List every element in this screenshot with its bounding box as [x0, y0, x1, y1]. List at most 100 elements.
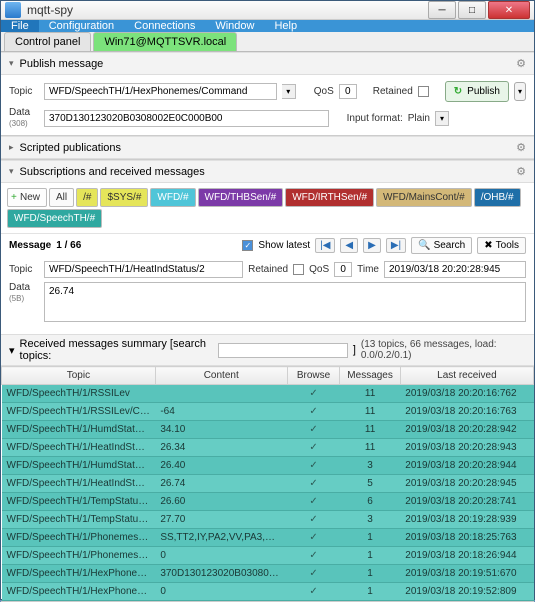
- table-row[interactable]: WFD/SpeechTH/1/Phonemes/C...0✓12019/03/1…: [2, 547, 534, 565]
- col-content[interactable]: Content: [155, 367, 287, 385]
- subscriptions-header[interactable]: ▾ Subscriptions and received messages ⚙: [1, 160, 534, 183]
- gear-icon[interactable]: ⚙: [516, 57, 526, 70]
- scripted-title: Scripted publications: [20, 142, 122, 154]
- detail-data-area[interactable]: 26.74: [44, 282, 526, 322]
- detail-time-label: Time: [357, 264, 379, 275]
- publish-button[interactable]: ↻ Publish: [445, 81, 509, 102]
- col-last[interactable]: Last received: [400, 367, 533, 385]
- table-row[interactable]: WFD/SpeechTH/1/HumdStatus/226.40✓32019/0…: [2, 457, 534, 475]
- filter-all[interactable]: All: [49, 188, 74, 207]
- publish-topic-input[interactable]: [44, 83, 277, 100]
- detail-retained-label: Retained: [248, 264, 288, 275]
- table-row[interactable]: WFD/SpeechTH/1/TempStatus/227.70✓32019/0…: [2, 511, 534, 529]
- chevron-down-icon: ▾: [9, 344, 15, 357]
- menu-window[interactable]: Window: [205, 20, 264, 32]
- connection-tabs: Control panel Win71@MQTTSVR.local: [1, 32, 534, 52]
- menu-help[interactable]: Help: [264, 20, 307, 32]
- publish-data-input[interactable]: [44, 110, 329, 127]
- detail-retained-checkbox[interactable]: [293, 264, 304, 275]
- publish-panel: ▾ Publish message ⚙ Topic ▾ QoS 0 Retain…: [1, 52, 534, 136]
- search-button[interactable]: 🔍Search: [411, 237, 472, 254]
- search-topics-input[interactable]: [218, 343, 348, 358]
- filter-wfdmainscont[interactable]: WFD/MainsCont/#: [376, 188, 472, 207]
- qos-value[interactable]: 0: [339, 84, 357, 99]
- chevron-right-icon: ▸: [9, 142, 14, 153]
- filter-wfdspeechth[interactable]: WFD/SpeechTH/#: [7, 209, 102, 228]
- tools-button[interactable]: ✖Tools: [477, 237, 526, 254]
- table-row[interactable]: WFD/SpeechTH/1/HeatIndStat...26.34✓11201…: [2, 439, 534, 457]
- subscriptions-panel: ▾ Subscriptions and received messages ⚙ …: [1, 160, 534, 602]
- qos-label: QoS: [314, 86, 334, 97]
- nav-prev-button[interactable]: ◀: [340, 238, 358, 253]
- publish-title: Publish message: [20, 58, 104, 70]
- col-topic[interactable]: Topic: [2, 367, 156, 385]
- table-row[interactable]: WFD/SpeechTH/1/RSSILev/Con...-64✓112019/…: [2, 403, 534, 421]
- menu-file[interactable]: File: [1, 20, 39, 32]
- menu-configuration[interactable]: Configuration: [39, 20, 124, 32]
- table-row[interactable]: WFD/SpeechTH/1/HeatIndStat...26.74✓52019…: [2, 475, 534, 493]
- filter-ohb[interactable]: /OHB/#: [474, 188, 521, 207]
- filter-wfdthbsen[interactable]: WFD/THBSen/#: [198, 188, 284, 207]
- tab-connection[interactable]: Win71@MQTTSVR.local: [93, 32, 237, 51]
- message-detail: Topic Retained QoS 0 Time Data (5B) 26.7…: [1, 257, 534, 334]
- message-counter-label: Message: [9, 240, 51, 251]
- input-format-dropdown[interactable]: ▾: [435, 111, 449, 126]
- topic-label: Topic: [9, 86, 39, 97]
- retained-checkbox[interactable]: [418, 86, 429, 97]
- scripted-header[interactable]: ▸ Scripted publications ⚙: [1, 136, 534, 159]
- input-format-label: Input format:: [347, 113, 403, 124]
- message-counter: 1 / 66: [56, 240, 81, 251]
- publish-header[interactable]: ▾ Publish message ⚙: [1, 52, 534, 75]
- maximize-button[interactable]: □: [458, 1, 486, 19]
- detail-topic-input[interactable]: [44, 261, 243, 278]
- table-row[interactable]: WFD/SpeechTH/1/Phonemes/C...SS,TT2,IY,PA…: [2, 529, 534, 547]
- publish-arrow-icon: ↻: [454, 86, 462, 97]
- gear-icon[interactable]: ⚙: [516, 165, 526, 178]
- data-label: Data (308): [9, 107, 39, 129]
- filter-sys[interactable]: $SYS/#: [100, 188, 148, 207]
- table-row[interactable]: WFD/SpeechTH/1/HexPhonem...370D130123020…: [2, 565, 534, 583]
- detail-qos-label: QoS: [309, 264, 329, 275]
- topic-filter-row: NewAll/#$SYS/#WFD/#WFD/THBSen/#WFD/IRTHS…: [1, 183, 534, 233]
- received-summary-header[interactable]: ▾ Received messages summary [search topi…: [1, 334, 534, 366]
- minimize-button[interactable]: ─: [428, 1, 456, 19]
- search-icon: 🔍: [418, 240, 430, 251]
- show-latest-checkbox[interactable]: ✓: [242, 240, 253, 251]
- table-row[interactable]: WFD/SpeechTH/1/RSSILev✓112019/03/18 20:2…: [2, 385, 534, 403]
- publish-button-label: Publish: [467, 86, 500, 97]
- detail-topic-label: Topic: [9, 264, 39, 275]
- nav-next-button[interactable]: ▶: [363, 238, 381, 253]
- retained-label: Retained: [373, 86, 413, 97]
- window-title: mqtt-spy: [27, 3, 426, 17]
- filter-wfdirthsen[interactable]: WFD/IRTHSen/#: [285, 188, 374, 207]
- received-messages-table: Topic Content Browse Messages Last recei…: [1, 366, 534, 601]
- received-stats: (13 topics, 66 messages, load: 0.0/0.2/0…: [361, 339, 526, 361]
- table-row[interactable]: WFD/SpeechTH/1/TempStatus/126.60✓62019/0…: [2, 493, 534, 511]
- input-format-value: Plain: [408, 113, 430, 124]
- gear-icon[interactable]: ⚙: [516, 141, 526, 154]
- titlebar[interactable]: mqtt-spy ─ □ ✕: [1, 1, 534, 20]
- menu-connections[interactable]: Connections: [124, 20, 205, 32]
- close-button[interactable]: ✕: [488, 1, 530, 19]
- filter-wfd[interactable]: WFD/#: [150, 188, 195, 207]
- subscriptions-title: Subscriptions and received messages: [20, 166, 205, 178]
- message-nav: Message 1 / 66 ✓ Show latest |◀ ◀ ▶ ▶| 🔍…: [1, 233, 534, 257]
- chevron-down-icon: ▾: [9, 166, 14, 177]
- col-messages[interactable]: Messages: [340, 367, 400, 385]
- table-row[interactable]: WFD/SpeechTH/1/HexPhonem...0✓12019/03/18…: [2, 583, 534, 601]
- col-browse[interactable]: Browse: [287, 367, 340, 385]
- app-icon: [5, 2, 21, 18]
- detail-qos-value: 0: [334, 262, 352, 277]
- chevron-down-icon: ▾: [9, 58, 14, 69]
- publish-split-button[interactable]: ▾: [514, 82, 526, 101]
- detail-time-input[interactable]: [384, 261, 526, 278]
- scripted-panel: ▸ Scripted publications ⚙: [1, 136, 534, 160]
- filter-new[interactable]: New: [7, 188, 47, 207]
- nav-last-button[interactable]: ▶|: [386, 238, 406, 253]
- filter-[interactable]: /#: [76, 188, 98, 207]
- tab-control-panel[interactable]: Control panel: [4, 32, 91, 51]
- detail-data-label: Data (5B): [9, 282, 39, 304]
- nav-first-button[interactable]: |◀: [315, 238, 335, 253]
- table-row[interactable]: WFD/SpeechTH/1/HumdStatus/134.10✓112019/…: [2, 421, 534, 439]
- topic-dropdown-icon[interactable]: ▾: [282, 84, 296, 99]
